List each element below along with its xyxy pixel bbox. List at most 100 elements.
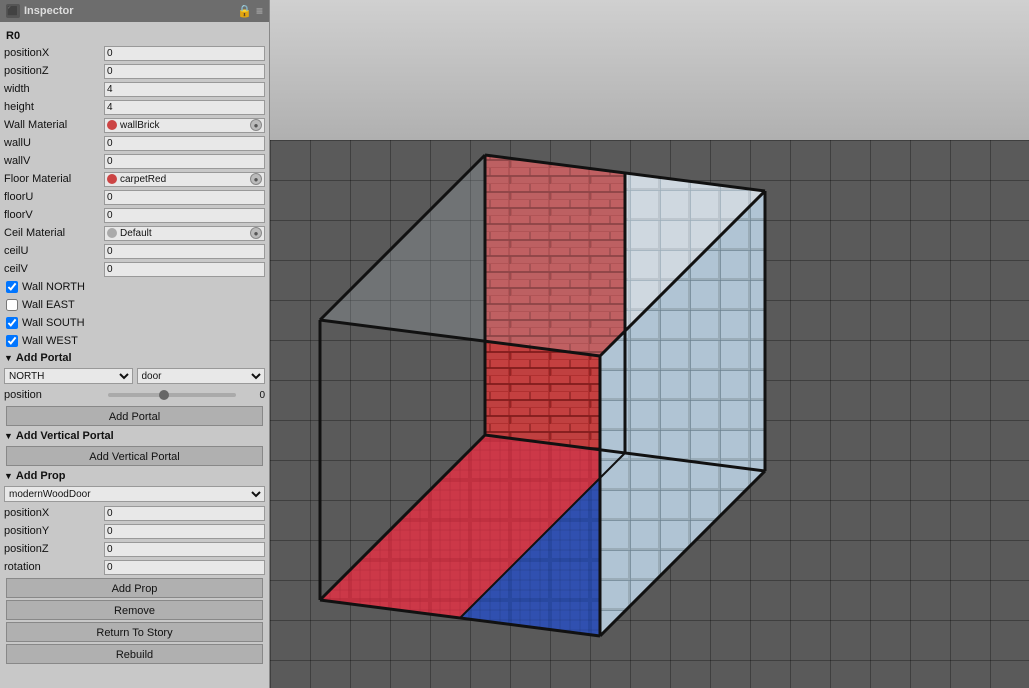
inspector-content: R0 positionX positionZ width height Wall… xyxy=(0,22,269,688)
floor-material-label: Floor Material xyxy=(4,173,104,185)
ceilu-label: ceilU xyxy=(4,245,104,257)
prop-positionz-label: positionZ xyxy=(4,543,104,555)
wall-east-row: Wall EAST xyxy=(0,296,269,314)
add-vertical-portal-button[interactable]: Add Vertical Portal xyxy=(6,446,263,466)
floorv-row: floorV xyxy=(0,206,269,224)
prop-positionx-row: positionX xyxy=(0,504,269,522)
portal-position-thumb xyxy=(159,390,169,400)
prop-positionz-row: positionZ xyxy=(0,540,269,558)
add-vertical-portal-header: ▼ Add Vertical Portal xyxy=(0,428,269,444)
pin-button[interactable]: 🔒 xyxy=(237,4,252,18)
wall-material-dot[interactable]: ● xyxy=(250,119,262,131)
wallv-input[interactable] xyxy=(104,154,265,169)
ceil-material-dot[interactable]: ● xyxy=(250,227,262,239)
inspector-header-right: 🔒 ≡ xyxy=(237,4,263,18)
wall-south-checkbox[interactable] xyxy=(6,317,18,329)
inspector-icon: ⬛ xyxy=(6,4,20,18)
prop-type-select[interactable]: modernWoodDoor xyxy=(4,486,265,502)
wall-material-row: Wall Material wallBrick ● xyxy=(0,116,269,134)
add-prop-triangle: ▼ xyxy=(4,471,13,481)
add-portal-button[interactable]: Add Portal xyxy=(6,406,263,426)
viewport[interactable] xyxy=(270,0,1029,688)
add-vertical-portal-label: Add Vertical Portal xyxy=(16,430,114,442)
width-input[interactable] xyxy=(104,82,265,97)
menu-button[interactable]: ≡ xyxy=(256,4,263,18)
ceil-material-icon xyxy=(107,228,117,238)
wall-north-row: Wall NORTH xyxy=(0,278,269,296)
wallu-row: wallU xyxy=(0,134,269,152)
wallu-label: wallU xyxy=(4,137,104,149)
portal-position-track[interactable] xyxy=(108,393,236,397)
room-3d-view xyxy=(270,0,1029,688)
wall-south-row: Wall SOUTH xyxy=(0,314,269,332)
ceil-material-row: Ceil Material Default ● xyxy=(0,224,269,242)
inspector-panel: ⬛ Inspector 🔒 ≡ R0 positionX positionZ w… xyxy=(0,0,270,688)
ceilv-label: ceilV xyxy=(4,263,104,275)
prop-positiony-row: positionY xyxy=(0,522,269,540)
floor-material-row: Floor Material carpetRed ● xyxy=(0,170,269,188)
wall-material-icon xyxy=(107,120,117,130)
ceil-material-label: Ceil Material xyxy=(4,227,104,239)
add-prop-button[interactable]: Add Prop xyxy=(6,578,263,598)
width-label: width xyxy=(4,83,104,95)
wall-west-checkbox[interactable] xyxy=(6,335,18,347)
wall-west-label: Wall WEST xyxy=(22,335,78,347)
prop-positiony-label: positionY xyxy=(4,525,104,537)
prop-rotation-row: rotation xyxy=(0,558,269,576)
wall-west-row: Wall WEST xyxy=(0,332,269,350)
floor-material-value: carpetRed xyxy=(120,174,248,185)
inspector-header: ⬛ Inspector 🔒 ≡ xyxy=(0,0,269,22)
floor-material-field[interactable]: carpetRed ● xyxy=(104,172,265,187)
add-portal-header: ▼ Add Portal xyxy=(0,350,269,366)
floorv-label: floorV xyxy=(4,209,104,221)
prop-rotation-label: rotation xyxy=(4,561,104,573)
wallu-input[interactable] xyxy=(104,136,265,151)
section-r0: R0 xyxy=(0,26,269,44)
portal-position-row: position 0 xyxy=(0,386,269,404)
positionx-input[interactable] xyxy=(104,46,265,61)
add-portal-label: Add Portal xyxy=(16,352,72,364)
add-portal-triangle: ▼ xyxy=(4,353,13,363)
add-prop-header: ▼ Add Prop xyxy=(0,468,269,484)
portal-direction-select[interactable]: NORTH SOUTH EAST WEST xyxy=(4,368,133,384)
return-to-story-button[interactable]: Return To Story xyxy=(6,622,263,642)
positionz-row: positionZ xyxy=(0,62,269,80)
add-prop-label: Add Prop xyxy=(16,470,66,482)
wallv-label: wallV xyxy=(4,155,104,167)
floor-material-dot[interactable]: ● xyxy=(250,173,262,185)
floor-material-icon xyxy=(107,174,117,184)
wall-east-label: Wall EAST xyxy=(22,299,75,311)
prop-positiony-input[interactable] xyxy=(104,524,265,539)
prop-positionx-input[interactable] xyxy=(104,506,265,521)
add-vertical-portal-triangle: ▼ xyxy=(4,431,13,441)
prop-positionx-label: positionX xyxy=(4,507,104,519)
wall-material-field[interactable]: wallBrick ● xyxy=(104,118,265,133)
wall-south-label: Wall SOUTH xyxy=(22,317,85,329)
width-row: width xyxy=(0,80,269,98)
height-input[interactable] xyxy=(104,100,265,115)
flooru-input[interactable] xyxy=(104,190,265,205)
wall-north-checkbox[interactable] xyxy=(6,281,18,293)
portal-position-value: 0 xyxy=(240,390,265,401)
ceilu-input[interactable] xyxy=(104,244,265,259)
prop-rotation-input[interactable] xyxy=(104,560,265,575)
ceilv-input[interactable] xyxy=(104,262,265,277)
remove-button[interactable]: Remove xyxy=(6,600,263,620)
positionx-label: positionX xyxy=(4,47,104,59)
positionz-label: positionZ xyxy=(4,65,104,77)
positionz-input[interactable] xyxy=(104,64,265,79)
wallv-row: wallV xyxy=(0,152,269,170)
ceilu-row: ceilU xyxy=(0,242,269,260)
height-row: height xyxy=(0,98,269,116)
floorv-input[interactable] xyxy=(104,208,265,223)
flooru-row: floorU xyxy=(0,188,269,206)
height-label: height xyxy=(4,101,104,113)
portal-type-select[interactable]: door window xyxy=(137,368,266,384)
wall-east-checkbox[interactable] xyxy=(6,299,18,311)
rebuild-button[interactable]: Rebuild xyxy=(6,644,263,664)
prop-select-row: modernWoodDoor xyxy=(0,484,269,504)
prop-positionz-input[interactable] xyxy=(104,542,265,557)
inspector-header-left: ⬛ Inspector xyxy=(6,4,74,18)
wall-material-value: wallBrick xyxy=(120,120,248,131)
ceil-material-field[interactable]: Default ● xyxy=(104,226,265,241)
